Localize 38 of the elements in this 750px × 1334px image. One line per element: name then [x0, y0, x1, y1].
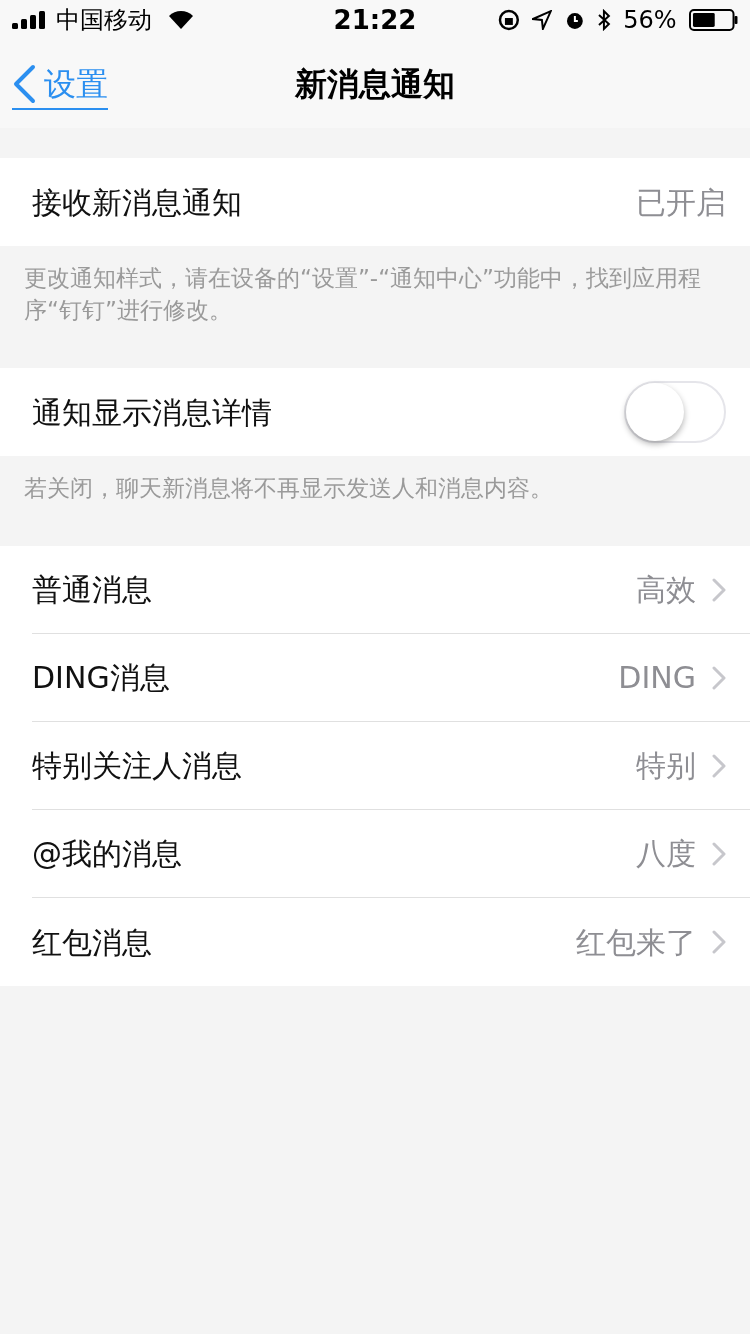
- signal-icon: [12, 11, 48, 29]
- row-label: 接收新消息通知: [32, 183, 242, 222]
- chevron-right-icon: [712, 665, 726, 690]
- clock-text: 21:22: [333, 3, 417, 37]
- wifi-icon: [168, 10, 194, 30]
- settings-row[interactable]: @我的消息 八度: [0, 810, 750, 898]
- section-note: 更改通知样式，请在设备的“设置”-“通知中心”功能中，找到应用程序“钉钉”进行修改。: [23, 264, 702, 325]
- back-chevron-icon: [12, 64, 36, 104]
- chevron-right-icon: [712, 841, 726, 866]
- row-value: 红包来了: [576, 923, 696, 962]
- page-title: 新消息通知: [295, 64, 455, 105]
- row-value: DING: [618, 659, 696, 697]
- row-label: 通知显示消息详情: [32, 393, 272, 432]
- toggle-switch[interactable]: [624, 381, 726, 443]
- settings-row[interactable]: DING消息 DING: [0, 634, 750, 722]
- row-value: 已开启: [636, 183, 726, 222]
- row-label: 红包消息: [32, 923, 152, 962]
- settings-row[interactable]: 特别关注人消息 特别: [0, 722, 750, 810]
- settings-row[interactable]: 通知显示消息详情: [0, 368, 750, 456]
- bluetooth-icon: [597, 9, 612, 31]
- row-label: @我的消息: [32, 835, 182, 873]
- carrier-text: 中国移动: [56, 5, 152, 36]
- settings-row[interactable]: 红包消息 红包来了: [0, 898, 750, 986]
- location-icon: [531, 10, 552, 30]
- row-value: 特别: [636, 747, 696, 785]
- rotation-lock-icon: [498, 9, 520, 31]
- row-value: 高效: [636, 571, 696, 609]
- chevron-right-icon: [712, 753, 726, 778]
- row-value: 八度: [636, 835, 696, 873]
- row-label: 特别关注人消息: [32, 747, 242, 785]
- chevron-right-icon: [712, 577, 726, 602]
- settings-row[interactable]: 普通消息 高效: [0, 546, 750, 634]
- row-label: 普通消息: [32, 571, 152, 609]
- row-label: DING消息: [32, 659, 170, 697]
- battery-percent: 56%: [623, 5, 677, 36]
- section-note: 若关闭，聊天新消息将不再显示发送人和消息内容。: [23, 474, 554, 503]
- battery-icon: [688, 9, 738, 31]
- chevron-right-icon: [712, 930, 726, 954]
